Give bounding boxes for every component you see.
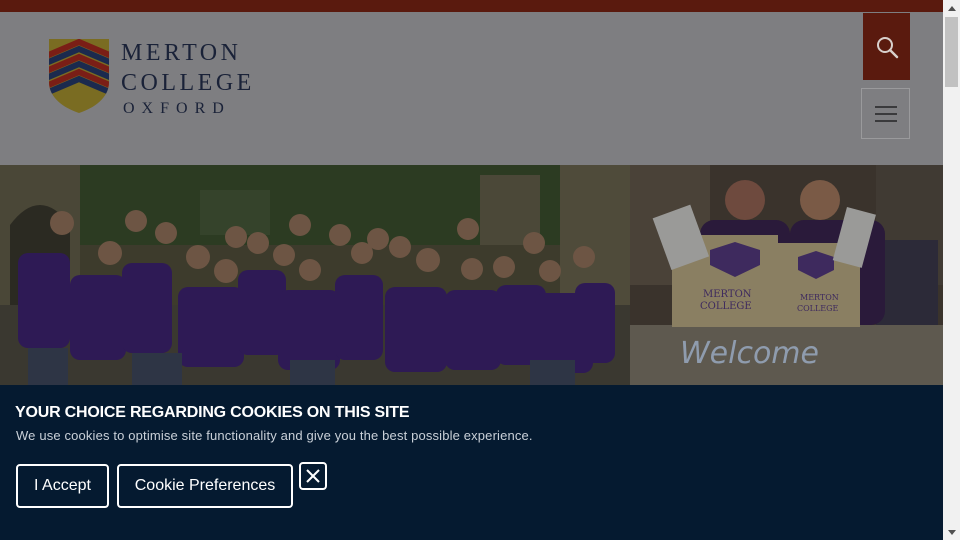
logo-line-oxford: OXFORD bbox=[123, 100, 231, 117]
logo-wordmark: MERTON COLLEGE OXFORD bbox=[121, 38, 255, 120]
arrow-down-icon bbox=[947, 529, 956, 535]
hamburger-icon-bar bbox=[874, 119, 897, 122]
close-icon bbox=[306, 469, 320, 483]
page: MERTON COLLEGE OXFORD Welcome MERTON COL… bbox=[0, 0, 943, 540]
arrow-up-icon bbox=[947, 5, 956, 11]
search-button[interactable] bbox=[863, 13, 910, 80]
cookie-banner: YOUR CHOICE REGARDING COOKIES ON THIS SI… bbox=[0, 385, 943, 540]
top-brand-strip bbox=[0, 0, 943, 12]
scroll-up-button[interactable] bbox=[943, 0, 960, 16]
students-group-photo: Welcome MERTON COLLEGE MERTON COLLEGE bbox=[0, 165, 943, 385]
svg-text:COLLEGE: COLLEGE bbox=[700, 301, 752, 312]
vertical-scrollbar[interactable] bbox=[943, 0, 960, 540]
hero-banner: Welcome MERTON COLLEGE MERTON COLLEGE bbox=[0, 165, 943, 385]
menu-button[interactable] bbox=[861, 88, 910, 139]
hamburger-icon-bar bbox=[874, 112, 897, 115]
close-cookie-banner-button[interactable] bbox=[299, 462, 327, 490]
logo-line-merton: MERTON bbox=[121, 40, 242, 66]
svg-text:Welcome: Welcome bbox=[680, 336, 819, 371]
scrollbar-thumb[interactable] bbox=[945, 17, 958, 87]
cookie-banner-title: YOUR CHOICE REGARDING COOKIES ON THIS SI… bbox=[15, 404, 410, 421]
site-header: MERTON COLLEGE OXFORD bbox=[0, 12, 943, 165]
cookie-banner-description: We use cookies to optimise site function… bbox=[16, 428, 533, 443]
cookie-preferences-button[interactable]: Cookie Preferences bbox=[117, 464, 293, 508]
tote-bag-text: MERTON bbox=[703, 289, 752, 300]
college-shield-icon bbox=[49, 39, 109, 113]
accept-cookies-button[interactable]: I Accept bbox=[16, 464, 109, 508]
logo-line-college: COLLEGE bbox=[121, 70, 255, 96]
scroll-down-button[interactable] bbox=[943, 524, 960, 540]
search-icon bbox=[876, 36, 898, 58]
hamburger-icon bbox=[874, 105, 897, 108]
svg-text:MERTON: MERTON bbox=[800, 293, 839, 302]
site-logo[interactable]: MERTON COLLEGE OXFORD bbox=[48, 38, 268, 118]
svg-text:COLLEGE: COLLEGE bbox=[797, 304, 839, 313]
